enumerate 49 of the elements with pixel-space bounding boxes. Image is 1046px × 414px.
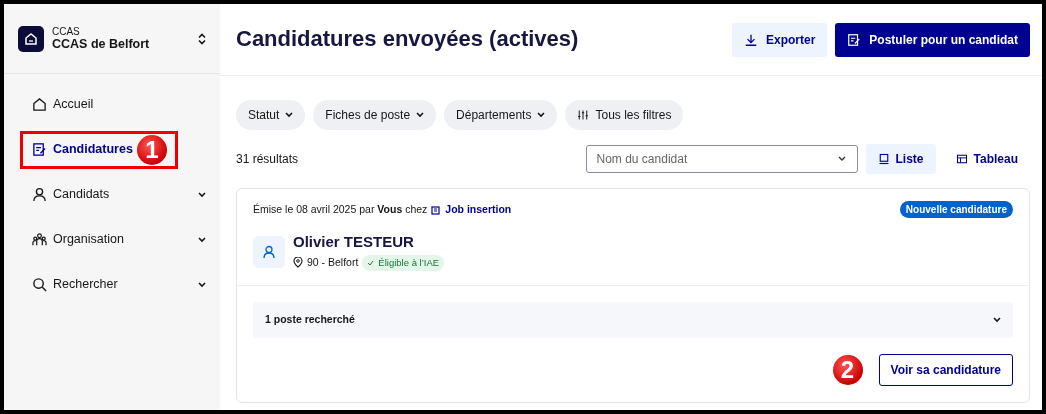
chevron-down-icon xyxy=(416,112,425,118)
chevron-down-icon xyxy=(537,112,546,118)
view-toggle[interactable]: Liste xyxy=(865,144,936,174)
company-link[interactable]: Job insertion xyxy=(445,201,512,218)
nav-item[interactable]: Rechercher xyxy=(4,262,220,307)
page-title: Candidatures envoyées (actives) xyxy=(236,26,579,53)
location-pin-icon xyxy=(293,257,303,269)
view-application-button[interactable]: Voir sa candidature xyxy=(878,353,1013,386)
table-view-icon xyxy=(955,153,968,165)
export-button[interactable]: Exporter xyxy=(731,22,828,57)
download-icon xyxy=(743,32,758,47)
organization-logo-icon xyxy=(18,25,44,52)
jobs-label: 1 poste recherché xyxy=(265,311,355,327)
candidate-name: Olivier TESTEUR xyxy=(293,234,415,251)
chevron-down-icon xyxy=(285,112,294,118)
annotation-marker: 2 xyxy=(832,354,863,385)
edit-icon xyxy=(32,142,47,157)
group-icon xyxy=(32,232,47,247)
organization-type: CCAS xyxy=(52,25,81,37)
emission-info: Émise le 08 avril 2025 par Vous chez xyxy=(253,201,428,217)
caret-icon xyxy=(837,156,846,162)
results-count: 31 résultats xyxy=(236,151,300,168)
filter-button[interactable]: Fiches de poste xyxy=(313,100,437,130)
organization-name: CCAS de Belfort xyxy=(52,36,151,52)
person-icon xyxy=(32,187,47,202)
view-toggle[interactable]: Tableau xyxy=(943,144,1030,174)
switch-icon[interactable] xyxy=(198,32,206,45)
search-icon xyxy=(32,277,47,292)
eligibility-badge: Éligible à l’IAE xyxy=(362,254,445,271)
annotation-marker: 1 xyxy=(136,134,167,165)
nav-item[interactable]: Candidats xyxy=(4,172,220,217)
person-avatar-icon xyxy=(253,236,285,269)
nav-item[interactable]: Accueil xyxy=(4,82,94,127)
status-badge: Nouvelle candidature xyxy=(899,201,1013,218)
edit-icon xyxy=(847,32,862,47)
nav-item[interactable]: Candidatures xyxy=(4,127,133,172)
candidate-location: 90 - Belfort xyxy=(307,254,359,270)
filters-icon xyxy=(577,109,590,121)
home-icon xyxy=(32,97,47,112)
nav-item[interactable]: Organisation xyxy=(4,217,220,262)
apply-button[interactable]: Postuler pour un candidat xyxy=(835,22,1030,57)
filter-button[interactable]: Tous les filtres xyxy=(565,100,684,130)
candidate-name-field[interactable]: Nom du candidat xyxy=(585,145,858,173)
building-icon xyxy=(431,204,442,215)
list-view-icon xyxy=(877,153,890,165)
chevron-down-icon xyxy=(993,316,1001,323)
filter-button[interactable]: Statut xyxy=(236,100,306,130)
filter-button[interactable]: Départements xyxy=(444,100,558,130)
jobs-accordion[interactable]: 1 poste recherché xyxy=(253,301,1013,338)
